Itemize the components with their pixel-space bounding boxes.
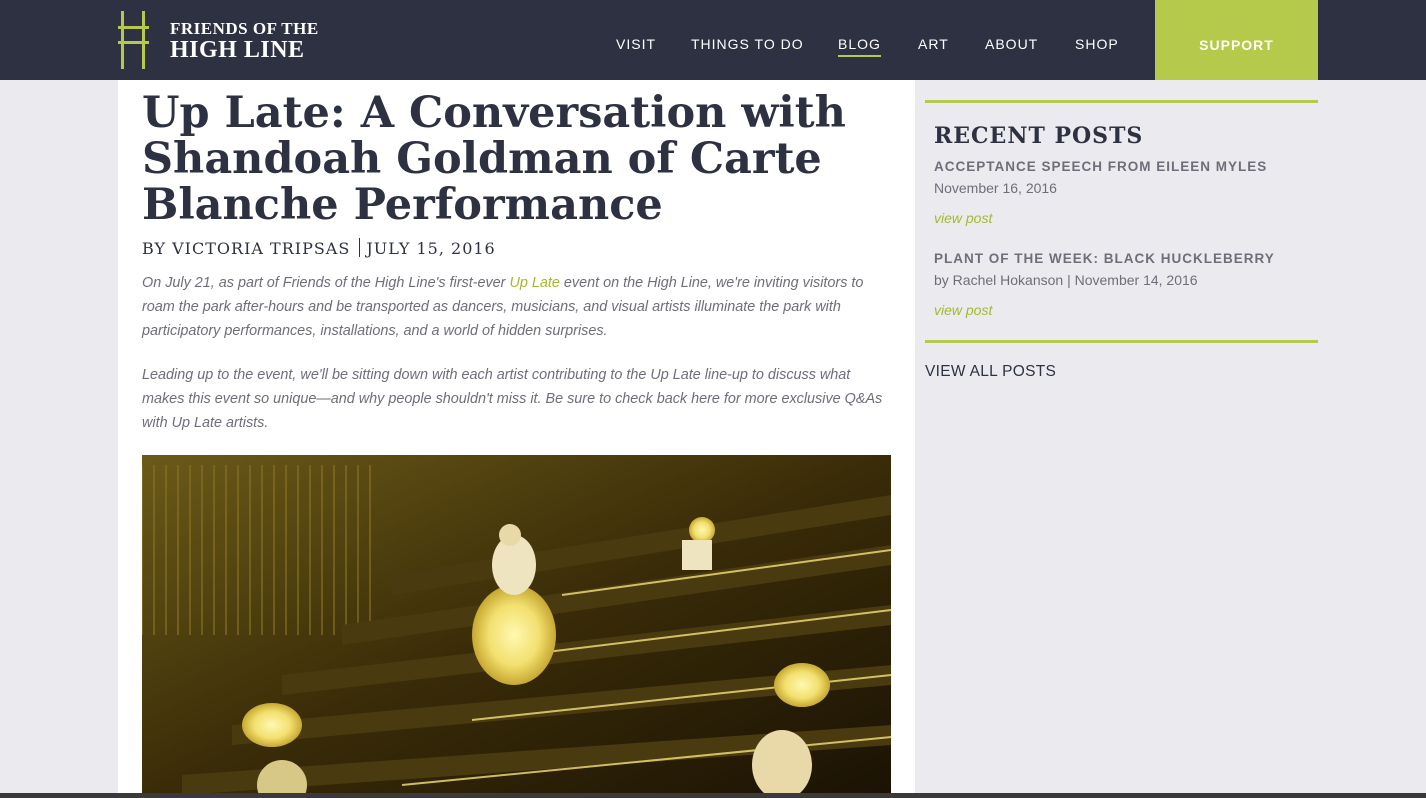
nav-visit[interactable]: VISIT xyxy=(616,36,656,52)
sidebar: RECENT POSTS ACCEPTANCE SPEECH FROM EILE… xyxy=(925,100,1318,381)
intro-paragraph: On July 21, as part of Friends of the Hi… xyxy=(142,271,887,343)
article-column: Up Late: A Conversation with Shandoah Go… xyxy=(118,80,915,798)
byline-author: BY VICTORIA TRIPSAS xyxy=(142,239,351,258)
recent-post-1: ACCEPTANCE SPEECH FROM EILEEN MYLES Nove… xyxy=(934,159,1318,226)
sidebar-bottom-rule xyxy=(925,340,1318,343)
site-logo[interactable]: FRIENDS OF THE HIGH LINE xyxy=(118,11,333,69)
recent-post-2: PLANT OF THE WEEK: BLACK HUCKLEBERRY by … xyxy=(934,251,1318,318)
logo-line-1: FRIENDS OF THE xyxy=(170,19,319,38)
byline-date: JULY 15, 2016 xyxy=(366,239,496,258)
site-header: FRIENDS OF THE HIGH LINE VISIT THINGS TO… xyxy=(0,0,1426,80)
recent-post-2-view-link[interactable]: view post xyxy=(934,302,1318,318)
high-line-logo-icon xyxy=(118,11,149,69)
nav-shop[interactable]: SHOP xyxy=(1075,36,1119,52)
recent-post-2-meta: by Rachel Hokanson | November 14, 2016 xyxy=(934,272,1198,288)
logo-line-2: HIGH LINE xyxy=(170,37,305,63)
recent-post-1-title[interactable]: ACCEPTANCE SPEECH FROM EILEEN MYLES xyxy=(934,159,1318,174)
second-paragraph: Leading up to the event, we'll be sittin… xyxy=(142,367,883,431)
byline-divider xyxy=(359,238,361,257)
intro-text-before: On July 21, as part of Friends of the Hi… xyxy=(142,275,510,291)
support-button[interactable]: SUPPORT xyxy=(1155,0,1318,80)
bottom-edge-bar xyxy=(0,793,1426,798)
recent-post-1-meta: November 16, 2016 xyxy=(934,180,1057,196)
recent-posts-heading: RECENT POSTS xyxy=(934,123,1144,149)
article-photo xyxy=(142,455,891,798)
up-late-link[interactable]: Up Late xyxy=(509,275,559,291)
nav-art[interactable]: ART xyxy=(918,36,949,52)
article-byline: BY VICTORIA TRIPSAS JULY 15, 2016 xyxy=(142,238,496,258)
logo-wordmark: FRIENDS OF THE HIGH LINE xyxy=(170,19,319,63)
article-title: Up Late: A Conversation with Shandoah Go… xyxy=(142,88,846,230)
sidebar-top-rule xyxy=(925,100,1318,103)
nav-things-to-do[interactable]: THINGS TO DO xyxy=(691,36,804,52)
view-all-posts-link[interactable]: VIEW ALL POSTS xyxy=(925,363,1318,381)
nav-blog[interactable]: BLOG xyxy=(838,36,881,57)
performers-on-steps-image xyxy=(142,455,891,798)
nav-about[interactable]: ABOUT xyxy=(985,36,1038,52)
recent-post-2-title[interactable]: PLANT OF THE WEEK: BLACK HUCKLEBERRY xyxy=(934,251,1318,266)
recent-post-1-view-link[interactable]: view post xyxy=(934,210,1318,226)
